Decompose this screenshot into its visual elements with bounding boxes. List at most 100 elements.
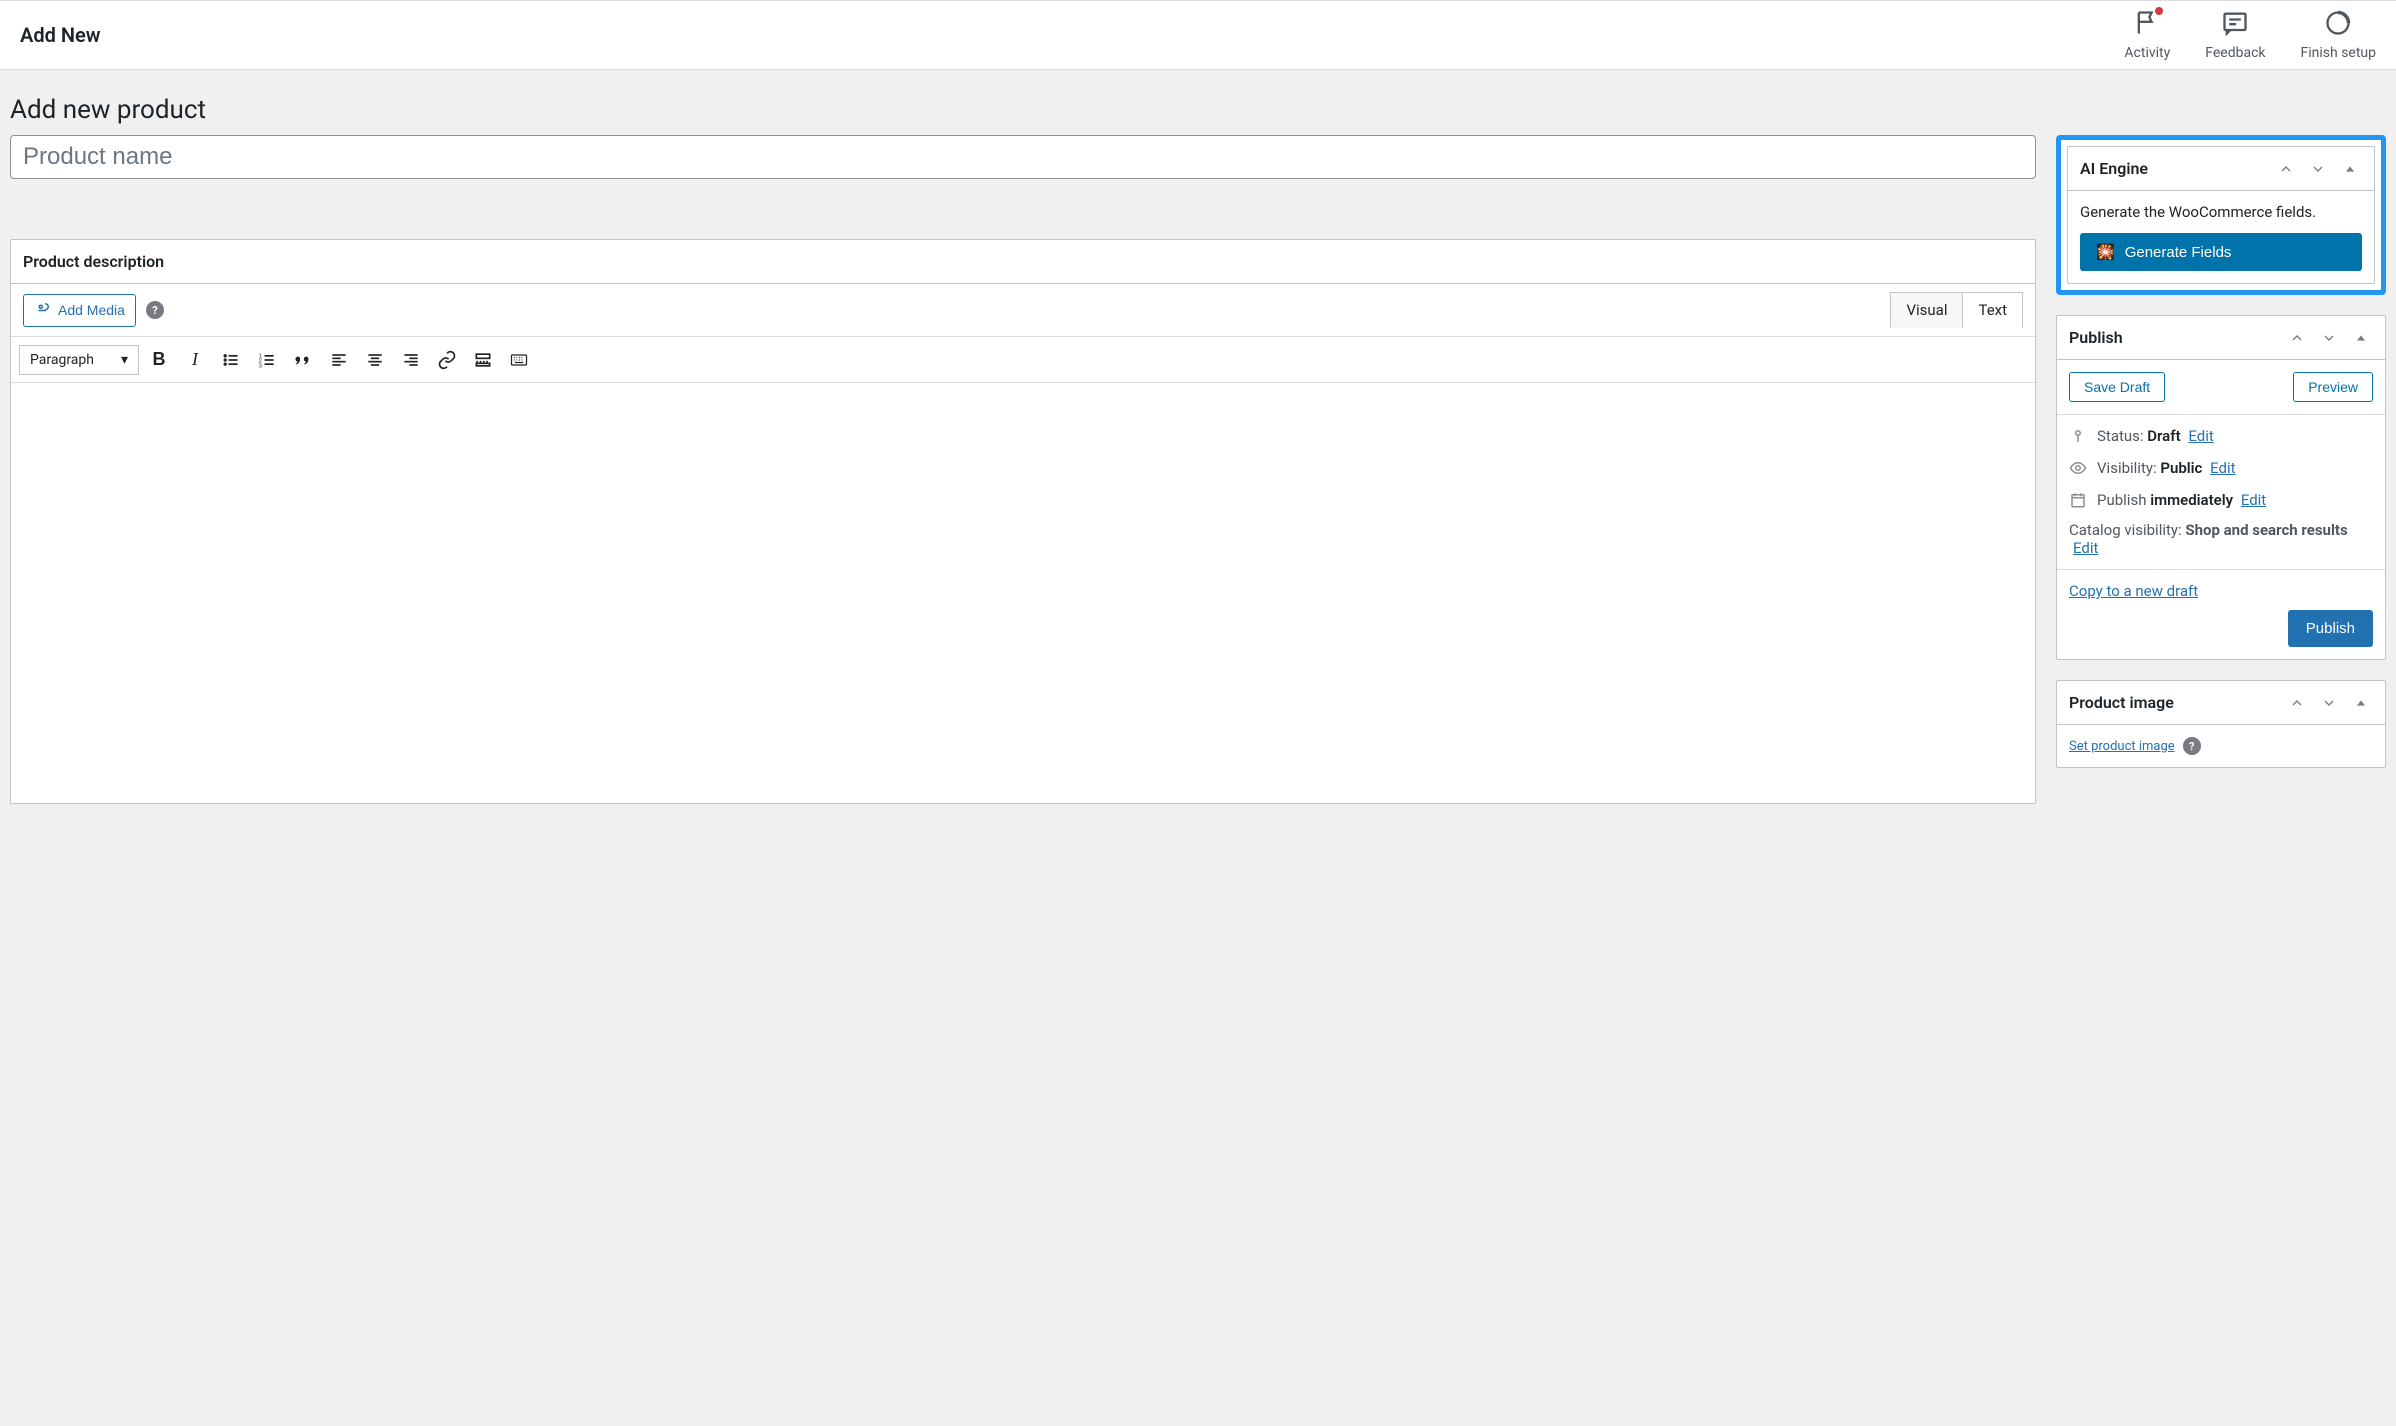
move-up-button[interactable] [2285,326,2309,350]
italic-button[interactable]: I [179,343,211,376]
chevron-up-icon [2289,330,2305,346]
catalog-value: Shop and search results [2185,521,2347,539]
bullet-list-icon [221,350,241,370]
link-button[interactable] [431,344,463,376]
ai-engine-highlight: AI Engine Generate the WooCommerce field… [2056,135,2386,295]
move-up-button[interactable] [2274,157,2298,181]
insert-more-button[interactable] [467,344,499,376]
triangle-up-icon [2353,330,2369,346]
product-image-box: Product image Set product image ? [2056,680,2386,768]
topbar-actions: Activity Feedback Finish setup [2124,9,2376,61]
align-center-icon [365,350,385,370]
numbered-list-button[interactable]: 123 [251,344,283,376]
sparkle-icon: 🎇 [2096,243,2115,261]
tab-visual[interactable]: Visual [1890,292,1963,328]
toggle-panel-button[interactable] [2338,157,2362,181]
top-bar: Add New Activity Feedback Finish setup [0,0,2396,70]
progress-circle-icon [2324,9,2352,41]
flag-icon [2133,9,2161,41]
move-down-button[interactable] [2306,157,2330,181]
align-left-button[interactable] [323,344,355,376]
chat-icon [2221,9,2249,41]
set-product-image-link[interactable]: Set product image [2069,739,2175,754]
preview-button[interactable]: Preview [2293,372,2373,402]
move-down-button[interactable] [2317,691,2341,715]
generate-fields-button[interactable]: 🎇 Generate Fields [2080,233,2362,271]
chevron-down-icon [2310,161,2326,177]
copy-draft-link[interactable]: Copy to a new draft [2069,582,2373,600]
numbered-list-icon: 123 [257,350,277,370]
status-row: Status: Draft Edit [2097,427,2214,445]
feedback-label: Feedback [2205,45,2265,61]
edit-visibility-link[interactable]: Edit [2210,459,2235,477]
visibility-label: Visibility: [2097,459,2157,477]
triangle-up-icon [2353,695,2369,711]
publish-box: Publish Save Draft Preview Statu [2056,315,2386,660]
toggle-panel-button[interactable] [2349,326,2373,350]
schedule-label: Publish [2097,491,2146,509]
schedule-value: immediately [2150,491,2233,509]
ai-engine-description: Generate the WooCommerce fields. [2080,203,2362,221]
visibility-value: Public [2160,459,2202,477]
finish-setup-label: Finish setup [2301,45,2377,61]
bold-button[interactable]: B [143,343,175,376]
quote-icon [293,350,313,370]
edit-catalog-link[interactable]: Edit [2073,539,2098,557]
align-left-icon [329,350,349,370]
topbar-title: Add New [20,23,101,47]
help-icon[interactable]: ? [146,301,164,319]
chevron-down-icon: ▾ [121,352,128,368]
status-label: Status: [2097,427,2144,445]
publish-button[interactable]: Publish [2288,610,2373,647]
move-down-button[interactable] [2317,326,2341,350]
pin-icon [2069,427,2087,445]
activity-label: Activity [2124,45,2170,61]
align-center-button[interactable] [359,344,391,376]
catalog-label: Catalog visibility: [2069,521,2182,539]
format-select-label: Paragraph [30,352,94,368]
ai-engine-title: AI Engine [2080,159,2148,178]
visibility-row: Visibility: Public Edit [2097,459,2236,477]
chevron-down-icon [2321,695,2337,711]
add-media-button[interactable]: Add Media [23,294,136,327]
product-description-title: Product description [23,252,164,271]
toggle-panel-button[interactable] [2349,691,2373,715]
feedback-button[interactable]: Feedback [2205,9,2265,61]
publish-title: Publish [2069,328,2123,347]
triangle-up-icon [2342,161,2358,177]
svg-text:3: 3 [259,363,262,369]
add-media-label: Add Media [58,302,125,318]
product-description-box: Product description Add Media ? Visual T… [10,239,2036,804]
editor-content-area[interactable] [11,383,2035,803]
save-draft-button[interactable]: Save Draft [2069,372,2165,402]
generate-fields-label: Generate Fields [2125,244,2232,261]
link-icon [437,350,457,370]
edit-schedule-link[interactable]: Edit [2241,491,2266,509]
finish-setup-button[interactable]: Finish setup [2301,9,2377,61]
toolbar-toggle-button[interactable] [503,344,535,376]
product-name-input[interactable] [10,135,2036,179]
align-right-icon [401,350,421,370]
keyboard-icon [509,350,529,370]
read-more-icon [473,350,493,370]
schedule-row: Publish immediately Edit [2097,491,2266,509]
blockquote-button[interactable] [287,344,319,376]
media-icon [34,300,52,321]
calendar-icon [2069,491,2087,509]
align-right-button[interactable] [395,344,427,376]
move-up-button[interactable] [2285,691,2309,715]
bold-icon: B [153,349,166,370]
format-select[interactable]: Paragraph ▾ [19,345,139,375]
page-title: Add new product [10,95,2386,125]
tab-text[interactable]: Text [1963,292,2023,328]
activity-button[interactable]: Activity [2124,9,2170,61]
bullet-list-button[interactable] [215,344,247,376]
chevron-down-icon [2321,330,2337,346]
product-image-title: Product image [2069,693,2174,712]
italic-icon: I [192,349,198,370]
help-icon[interactable]: ? [2183,737,2201,755]
ai-engine-box: AI Engine Generate the WooCommerce field… [2067,146,2375,284]
status-value: Draft [2147,427,2180,445]
chevron-up-icon [2278,161,2294,177]
edit-status-link[interactable]: Edit [2188,427,2213,445]
